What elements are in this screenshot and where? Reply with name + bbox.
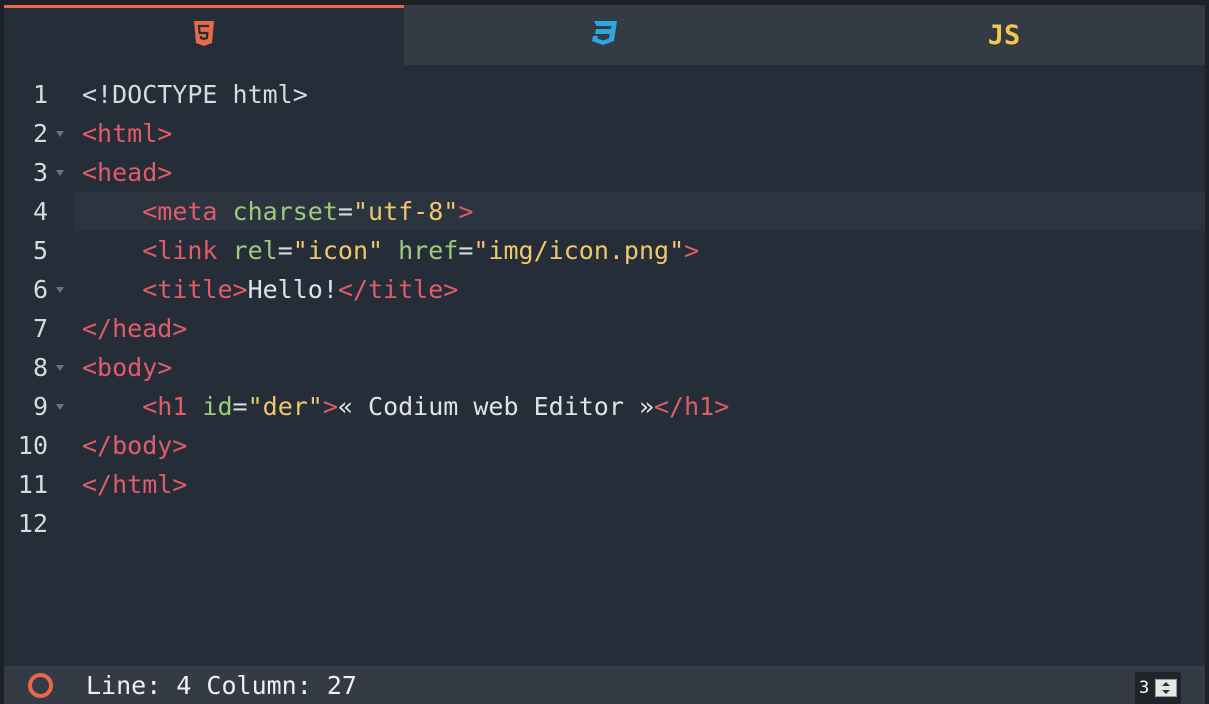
css3-icon bbox=[589, 20, 619, 51]
code-editor-app: JS 1 <!DOCTYPE html> 2 <html> 3 <head> 4… bbox=[4, 5, 1205, 704]
code-line[interactable]: 5 <link rel="icon" href="img/icon.png"> bbox=[4, 231, 1205, 270]
html5-icon bbox=[193, 21, 215, 52]
line-number: 6 bbox=[32, 275, 48, 304]
tab-size-value: 3 bbox=[1139, 678, 1150, 698]
language-tabs: JS bbox=[4, 5, 1205, 65]
spinner-down-icon[interactable] bbox=[1162, 690, 1170, 694]
code-text[interactable]: <head> bbox=[82, 153, 172, 192]
code-text[interactable]: <h1 id="der">« Codium web Editor »</h1> bbox=[82, 387, 729, 426]
code-text[interactable]: <html> bbox=[82, 114, 172, 153]
code-text[interactable]: <title>Hello!</title> bbox=[82, 270, 458, 309]
tab-css[interactable] bbox=[404, 5, 804, 65]
status-bar: Line: 4 Column: 27 3 bbox=[4, 666, 1205, 704]
line-number: 2 bbox=[32, 119, 48, 148]
code-text[interactable]: </html> bbox=[82, 465, 187, 504]
code-text[interactable]: </body> bbox=[82, 426, 187, 465]
fold-arrow-icon[interactable] bbox=[56, 404, 64, 410]
tab-size-stepper[interactable]: 3 bbox=[1135, 672, 1181, 704]
cursor-position: Line: 4 Column: 27 bbox=[86, 671, 357, 700]
line-number: 7 bbox=[32, 314, 48, 343]
code-line[interactable]: 1 <!DOCTYPE html> bbox=[4, 75, 1205, 114]
code-line[interactable]: 3 <head> bbox=[4, 153, 1205, 192]
line-number: 12 bbox=[17, 509, 48, 538]
code-text[interactable]: </head> bbox=[82, 309, 187, 348]
code-line[interactable]: 12 bbox=[4, 504, 1205, 543]
line-number: 3 bbox=[32, 158, 48, 187]
code-line[interactable]: 7 </head> bbox=[4, 309, 1205, 348]
spinner-up-icon[interactable] bbox=[1162, 682, 1170, 686]
code-text[interactable]: <meta charset="utf-8"> bbox=[82, 192, 473, 231]
tab-js-label: JS bbox=[987, 19, 1021, 51]
fold-arrow-icon[interactable] bbox=[56, 170, 64, 176]
code-editor[interactable]: 1 <!DOCTYPE html> 2 <html> 3 <head> 4 <m… bbox=[4, 65, 1205, 666]
code-line-current[interactable]: 4 <meta charset="utf-8"> bbox=[4, 192, 1205, 231]
line-number: 8 bbox=[32, 353, 48, 382]
code-text[interactable]: <link rel="icon" href="img/icon.png"> bbox=[82, 231, 699, 270]
code-line[interactable]: 8 <body> bbox=[4, 348, 1205, 387]
line-number: 9 bbox=[32, 392, 48, 421]
code-line[interactable]: 10 </body> bbox=[4, 426, 1205, 465]
line-number: 4 bbox=[32, 197, 48, 226]
tab-js[interactable]: JS bbox=[804, 5, 1204, 65]
spinner-control[interactable] bbox=[1155, 679, 1177, 697]
code-line[interactable]: 9 <h1 id="der">« Codium web Editor »</h1… bbox=[4, 387, 1205, 426]
fold-arrow-icon[interactable] bbox=[56, 287, 64, 293]
status-indicator-icon bbox=[28, 673, 53, 698]
code-line[interactable]: 11 </html> bbox=[4, 465, 1205, 504]
tab-html[interactable] bbox=[4, 5, 404, 65]
fold-arrow-icon[interactable] bbox=[56, 131, 64, 137]
line-number: 5 bbox=[32, 236, 48, 265]
line-number: 11 bbox=[17, 470, 48, 499]
line-number: 1 bbox=[32, 80, 48, 109]
code-text[interactable]: <body> bbox=[82, 348, 172, 387]
code-line[interactable]: 2 <html> bbox=[4, 114, 1205, 153]
line-number: 10 bbox=[17, 431, 48, 460]
fold-arrow-icon[interactable] bbox=[56, 365, 64, 371]
code-line[interactable]: 6 <title>Hello!</title> bbox=[4, 270, 1205, 309]
code-text[interactable]: <!DOCTYPE html> bbox=[82, 75, 308, 114]
